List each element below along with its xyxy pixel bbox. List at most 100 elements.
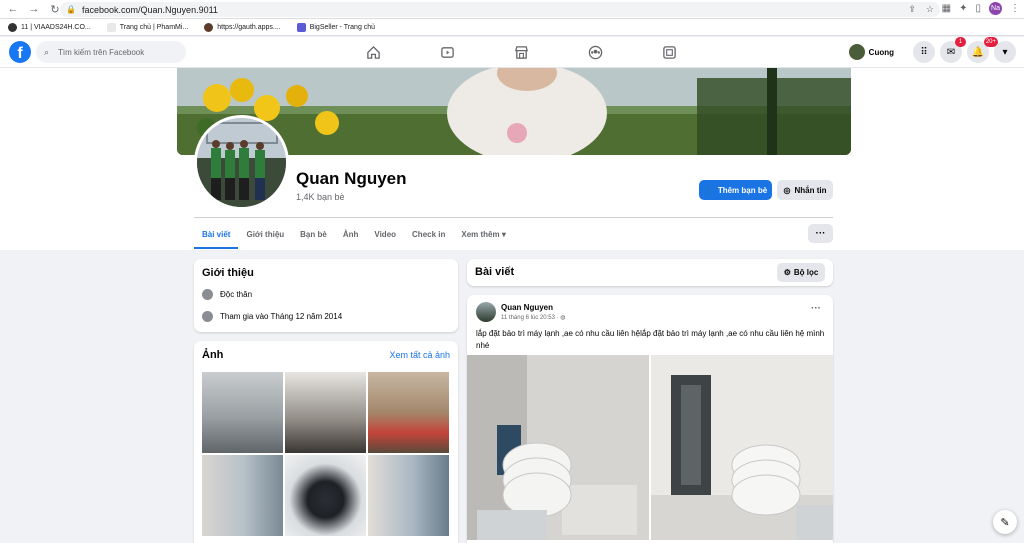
photos-title: Ảnh xyxy=(202,349,224,361)
avatar[interactable] xyxy=(476,302,496,322)
sidepanel-icon[interactable]: ▯ xyxy=(975,3,981,14)
tab-photos[interactable]: Ảnh xyxy=(335,219,367,249)
browser-menu-icon[interactable]: ⋮ xyxy=(1010,3,1020,14)
share-icon[interactable]: ⇪ xyxy=(908,4,916,15)
extension-icon[interactable]: ▦ xyxy=(942,3,951,14)
profile-header: Quan Nguyen 1,4K bạn bè 👤 Thêm bạn bè ◎ … xyxy=(0,68,1024,250)
menu-button[interactable]: ⠿ xyxy=(913,41,935,63)
video-icon xyxy=(440,47,454,58)
photo-grid xyxy=(202,372,449,536)
joined-row: Tham gia vào Tháng 12 năm 2014 xyxy=(202,311,342,322)
bookmark-favicon-icon xyxy=(8,22,17,32)
url-text[interactable]: facebook.com/Quan.Nguyen.9011 xyxy=(82,5,218,15)
gaming-tab[interactable] xyxy=(632,37,706,68)
account-button[interactable]: ▾ xyxy=(994,41,1016,63)
photo-thumbnail[interactable] xyxy=(368,372,449,453)
forward-icon[interactable]: → xyxy=(26,1,42,17)
avatar xyxy=(848,44,865,60)
intro-card: Giới thiệu Độc thân Tham gia vào Tháng 1… xyxy=(194,259,458,332)
see-all-photos-link[interactable]: Xem tất cả ảnh xyxy=(389,350,450,360)
messenger-button[interactable]: ✉ 1 xyxy=(940,37,966,63)
facebook-top-bar: f ⌕ Tìm kiếm trên Facebook Cuong ⠿ ✉ 1 🔔… xyxy=(0,37,1024,68)
gaming-icon xyxy=(662,46,676,59)
post-timestamp[interactable]: 11 tháng 6 lúc 20:53 · ◍ xyxy=(501,314,566,321)
notifications-button[interactable]: 🔔 20+ xyxy=(967,37,998,63)
post-options-button[interactable]: ··· xyxy=(811,303,821,314)
relationship-row: Độc thân xyxy=(202,289,252,300)
bell-icon: 🔔 xyxy=(971,46,985,58)
bookmarks-bar: 11 | VIAADS24H.CO... Trang chủ | PhamMi.… xyxy=(0,19,1024,36)
clock-icon xyxy=(202,311,213,322)
bookmark-favicon-icon xyxy=(204,22,214,32)
add-friend-button[interactable]: 👤 Thêm bạn bè xyxy=(699,180,772,200)
posts-title: Bài viết xyxy=(475,266,515,278)
home-tab[interactable] xyxy=(336,37,410,68)
friends-count[interactable]: 1,4K bạn bè xyxy=(296,192,345,202)
post-card: Quan Nguyen 11 tháng 6 lúc 20:53 · ◍ ···… xyxy=(467,295,833,543)
marketplace-tab[interactable] xyxy=(484,37,558,68)
post-image[interactable] xyxy=(467,355,649,540)
intro-title: Giới thiệu xyxy=(202,267,254,279)
store-icon xyxy=(514,46,528,59)
filter-button[interactable]: ⚙ Bộ lọc xyxy=(777,263,825,282)
photo-thumbnail[interactable] xyxy=(285,372,366,453)
message-button[interactable]: ◎ Nhắn tin xyxy=(777,180,833,200)
profile-more-button[interactable]: ··· xyxy=(808,224,833,243)
groups-tab[interactable] xyxy=(558,37,632,68)
bookmark-favicon-icon xyxy=(106,22,116,32)
photo-thumbnail[interactable] xyxy=(285,455,366,536)
filter-icon: ⚙ xyxy=(783,268,791,277)
home-icon xyxy=(366,45,380,59)
groups-icon xyxy=(588,45,602,60)
photo-thumbnail[interactable] xyxy=(202,372,283,453)
search-placeholder: Tìm kiếm trên Facebook xyxy=(58,47,145,57)
tab-more[interactable]: Xem thêm ▾ xyxy=(453,219,513,249)
post-image[interactable] xyxy=(651,355,833,540)
chevron-down-icon: ▾ xyxy=(1002,46,1008,58)
messenger-badge: 1 xyxy=(955,37,966,47)
profile-tabs: Bài viết Giới thiệu Bạn bè Ảnh Video Che… xyxy=(194,219,514,249)
browser-profile-avatar[interactable]: Na xyxy=(989,2,1002,15)
profile-divider xyxy=(194,217,833,218)
bookmark-item[interactable]: https://gauth.apps.... xyxy=(204,22,281,32)
address-bar[interactable]: 🔒 facebook.com/Quan.Nguyen.9011 ⇪ ☆ xyxy=(60,2,940,17)
heart-icon xyxy=(202,289,213,300)
search-icon: ⌕ xyxy=(44,46,50,57)
post-author[interactable]: Quan Nguyen xyxy=(501,303,553,312)
bookmark-star-icon[interactable]: ☆ xyxy=(926,4,934,15)
new-message-button[interactable]: ✎ xyxy=(993,510,1017,534)
profile-avatar[interactable] xyxy=(194,115,289,210)
add-user-icon: 👤 xyxy=(703,185,714,195)
profile-name: Quan Nguyen xyxy=(296,169,407,188)
post-text: lắp đặt bảo trì máy lạnh ,ae có nhu cầu … xyxy=(476,329,825,350)
messenger-icon: ◎ xyxy=(783,185,791,195)
facebook-logo-icon[interactable]: f xyxy=(9,41,31,63)
main-navigation xyxy=(336,37,706,68)
grid-menu-icon: ⠿ xyxy=(920,46,928,58)
post-images xyxy=(467,355,833,540)
photo-thumbnail[interactable] xyxy=(202,455,283,536)
search-input[interactable]: ⌕ Tìm kiếm trên Facebook xyxy=(36,41,186,63)
messenger-icon: ✉ xyxy=(946,46,956,58)
bookmark-favicon-icon xyxy=(296,22,306,32)
photos-card: Ảnh Xem tất cả ảnh xyxy=(194,341,458,543)
tab-about[interactable]: Giới thiệu xyxy=(238,219,292,249)
tab-videos[interactable]: Video xyxy=(366,219,404,249)
compose-icon: ✎ xyxy=(1000,516,1010,529)
tab-friends[interactable]: Bạn bè xyxy=(292,219,335,249)
puzzle-icon[interactable]: ✦ xyxy=(959,3,967,14)
bookmark-item[interactable]: BigSeller - Trang chủ xyxy=(296,22,375,32)
user-profile-chip[interactable]: Cuong xyxy=(847,41,900,63)
bookmark-item[interactable]: Trang chủ | PhamMi... xyxy=(106,22,188,32)
lock-icon[interactable]: 🔒 xyxy=(66,5,76,15)
profile-photo xyxy=(197,118,286,207)
globe-icon: ◍ xyxy=(560,315,566,321)
tab-posts[interactable]: Bài viết xyxy=(194,219,239,249)
bookmark-item[interactable]: 11 | VIAADS24H.CO... xyxy=(8,22,91,32)
tab-check-ins[interactable]: Check in xyxy=(404,219,453,249)
photo-thumbnail[interactable] xyxy=(368,455,449,536)
watch-tab[interactable] xyxy=(410,37,484,68)
back-icon[interactable]: ← xyxy=(5,1,21,17)
browser-toolbar: ← → ↻ 🔒 facebook.com/Quan.Nguyen.9011 ⇪ … xyxy=(0,0,1024,19)
posts-header-card: Bài viết ⚙ Bộ lọc xyxy=(467,259,833,286)
